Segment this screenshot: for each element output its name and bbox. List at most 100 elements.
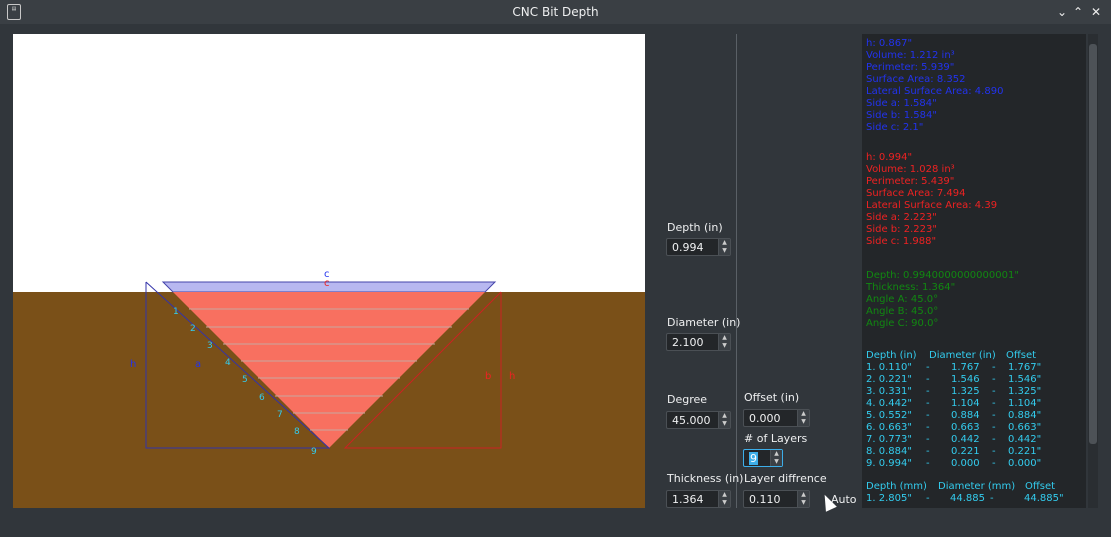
table-cell: - xyxy=(926,493,930,504)
depth-label: Depth (in) xyxy=(667,221,723,234)
results-scrollbar[interactable] xyxy=(1088,34,1098,508)
spin-arrows-icon[interactable]: ▲ ▼ xyxy=(718,491,730,507)
table-cell: 3. 0.331" xyxy=(866,386,912,397)
table-cell: - xyxy=(926,434,930,445)
table-cell: 1.325 xyxy=(951,386,980,397)
mm-table: Depth (mm) Diameter (mm) Offset 1. 2.805… xyxy=(866,481,1086,505)
table-cell: 44.885" xyxy=(1024,493,1064,504)
table-cell: 1.104 xyxy=(951,398,980,409)
layer-diff-label: Layer diffrence xyxy=(744,472,827,485)
layer-number: 9 xyxy=(311,447,317,457)
label-h-blue: h xyxy=(130,359,136,370)
table-cell: 0.442 xyxy=(951,434,980,445)
table-cell: 1.767 xyxy=(951,362,980,373)
degree-value: 45.000 xyxy=(672,414,711,427)
spin-arrows-icon[interactable]: ▲ ▼ xyxy=(797,491,809,507)
label-a: a xyxy=(195,359,201,370)
table-cell: 0.884 xyxy=(951,410,980,421)
table-cell: 0.663" xyxy=(1008,422,1042,433)
diameter-spinbox[interactable]: 2.100 ▲ ▼ xyxy=(666,333,731,351)
layer-number: 4 xyxy=(225,358,231,368)
table-cell: 1.546 xyxy=(951,374,980,385)
spin-arrows-icon[interactable]: ▲ ▼ xyxy=(718,334,730,350)
depth-value: 0.994 xyxy=(672,241,704,254)
degree-spinbox[interactable]: 45.000 ▲ ▼ xyxy=(666,411,731,429)
layer-number: 3 xyxy=(207,341,213,351)
inch-table: Depth (in) Diameter (in) Offset 1. 0.110… xyxy=(866,350,1086,470)
layer-number: 8 xyxy=(294,427,300,437)
table-cell: 0.442" xyxy=(1008,434,1042,445)
red-results: h: 0.994" Volume: 1.028 in³ Perimeter: 5.4… xyxy=(866,152,997,248)
table-cell: - xyxy=(926,398,930,409)
col-header: Diameter (mm) xyxy=(938,481,1016,492)
table-cell: - xyxy=(992,374,996,385)
panel-divider xyxy=(736,34,737,508)
close-icon: ✕ xyxy=(1090,5,1102,19)
red-result-line: Side b: 2.223" xyxy=(866,224,937,235)
degree-label: Degree xyxy=(667,393,708,406)
label-c-red: c xyxy=(324,278,330,289)
spin-arrows-icon[interactable]: ▲ ▼ xyxy=(718,239,730,255)
red-result-line: Volume: 1.028 in³ xyxy=(866,164,955,175)
layer-number: 2 xyxy=(190,324,196,334)
red-result-line: h: 0.994" xyxy=(866,152,913,163)
table-cell: 5. 0.552" xyxy=(866,410,912,421)
table-cell: - xyxy=(992,446,996,457)
table-cell: 2. 0.221" xyxy=(866,374,912,385)
spin-arrows-icon[interactable]: ▲ ▼ xyxy=(770,450,782,466)
table-cell: 1.546" xyxy=(1008,374,1042,385)
blue-result-line: Surface Area: 8.352 xyxy=(866,74,966,85)
table-cell: 8. 0.884" xyxy=(866,446,912,457)
table-cell: 0.663 xyxy=(951,422,980,433)
table-row: 5. 0.552" - 0.884 - 0.884" xyxy=(866,410,1086,422)
table-cell: - xyxy=(992,422,996,433)
layer-diff-value: 0.110 xyxy=(749,493,781,506)
table-cell: - xyxy=(926,446,930,457)
green-result-line: Angle A: 45.0° xyxy=(866,294,939,305)
blue-result-line: Volume: 1.212 in³ xyxy=(866,50,955,61)
table-cell: - xyxy=(992,410,996,421)
diagram-canvas: c c h a b h 1 2 3 4 5 6 7 8 9 xyxy=(13,34,645,508)
col-header: Depth (in) xyxy=(866,350,917,361)
table-cell: 1.325" xyxy=(1008,386,1042,397)
table-cell: 0.221 xyxy=(951,446,980,457)
green-results: Depth: 0.9940000000000001" Thickness: 1.3… xyxy=(866,270,1019,330)
table-cell: 6. 0.663" xyxy=(866,422,912,433)
layer-diff-spinbox[interactable]: 0.110 ▲ ▼ xyxy=(743,490,810,508)
col-header: Depth (mm) xyxy=(866,481,927,492)
layer-number: 6 xyxy=(259,393,265,403)
chevron-down-icon: ⌄ xyxy=(1056,5,1068,19)
table-row: 8. 0.884" - 0.221 - 0.221" xyxy=(866,446,1086,458)
table-cell: - xyxy=(990,493,994,504)
table-cell: 0.884" xyxy=(1008,410,1042,421)
table-cell: 7. 0.773" xyxy=(866,434,912,445)
blue-result-line: Side b: 1.584" xyxy=(866,110,937,121)
red-result-line: Perimeter: 5.439" xyxy=(866,176,955,187)
table-cell: - xyxy=(926,374,930,385)
table-cell: 4. 0.442" xyxy=(866,398,912,409)
blue-result-line: Side c: 2.1" xyxy=(866,122,924,133)
layers-spinbox[interactable]: 9 ▲ ▼ xyxy=(743,449,783,467)
table-cell: 1.104" xyxy=(1008,398,1042,409)
inch-table-header: Depth (in) Diameter (in) Offset xyxy=(866,350,1086,362)
table-row: 4. 0.442" - 1.104 - 1.104" xyxy=(866,398,1086,410)
cut-diagram: c c h a b h 1 2 3 4 5 6 7 8 9 xyxy=(13,269,645,508)
spin-arrows-icon[interactable]: ▲ ▼ xyxy=(797,410,809,426)
close-button[interactable]: ✕ xyxy=(1087,3,1105,21)
blue-result-line: Lateral Surface Area: 4.890 xyxy=(866,86,1004,97)
red-result-line: Side c: 1.988" xyxy=(866,236,937,247)
maximize-button[interactable]: ⌃ xyxy=(1069,3,1087,21)
chevron-up-icon: ⌃ xyxy=(1072,5,1084,19)
scrollbar-thumb[interactable] xyxy=(1089,44,1097,444)
depth-spinbox[interactable]: 0.994 ▲ ▼ xyxy=(666,238,731,256)
table-row: 1. 0.110" - 1.767 - 1.767" xyxy=(866,362,1086,374)
table-cell: 0.000" xyxy=(1008,458,1042,469)
mm-table-header: Depth (mm) Diameter (mm) Offset xyxy=(866,481,1086,493)
blue-result-line: Perimeter: 5.939" xyxy=(866,62,955,73)
offset-spinbox[interactable]: 0.000 ▲ ▼ xyxy=(743,409,810,427)
col-header: Offset xyxy=(1006,350,1037,361)
spin-arrows-icon[interactable]: ▲ ▼ xyxy=(718,412,730,428)
diameter-value: 2.100 xyxy=(672,336,704,349)
diameter-label: Diameter (in) xyxy=(667,316,741,329)
thickness-spinbox[interactable]: 1.364 ▲ ▼ xyxy=(666,490,731,508)
